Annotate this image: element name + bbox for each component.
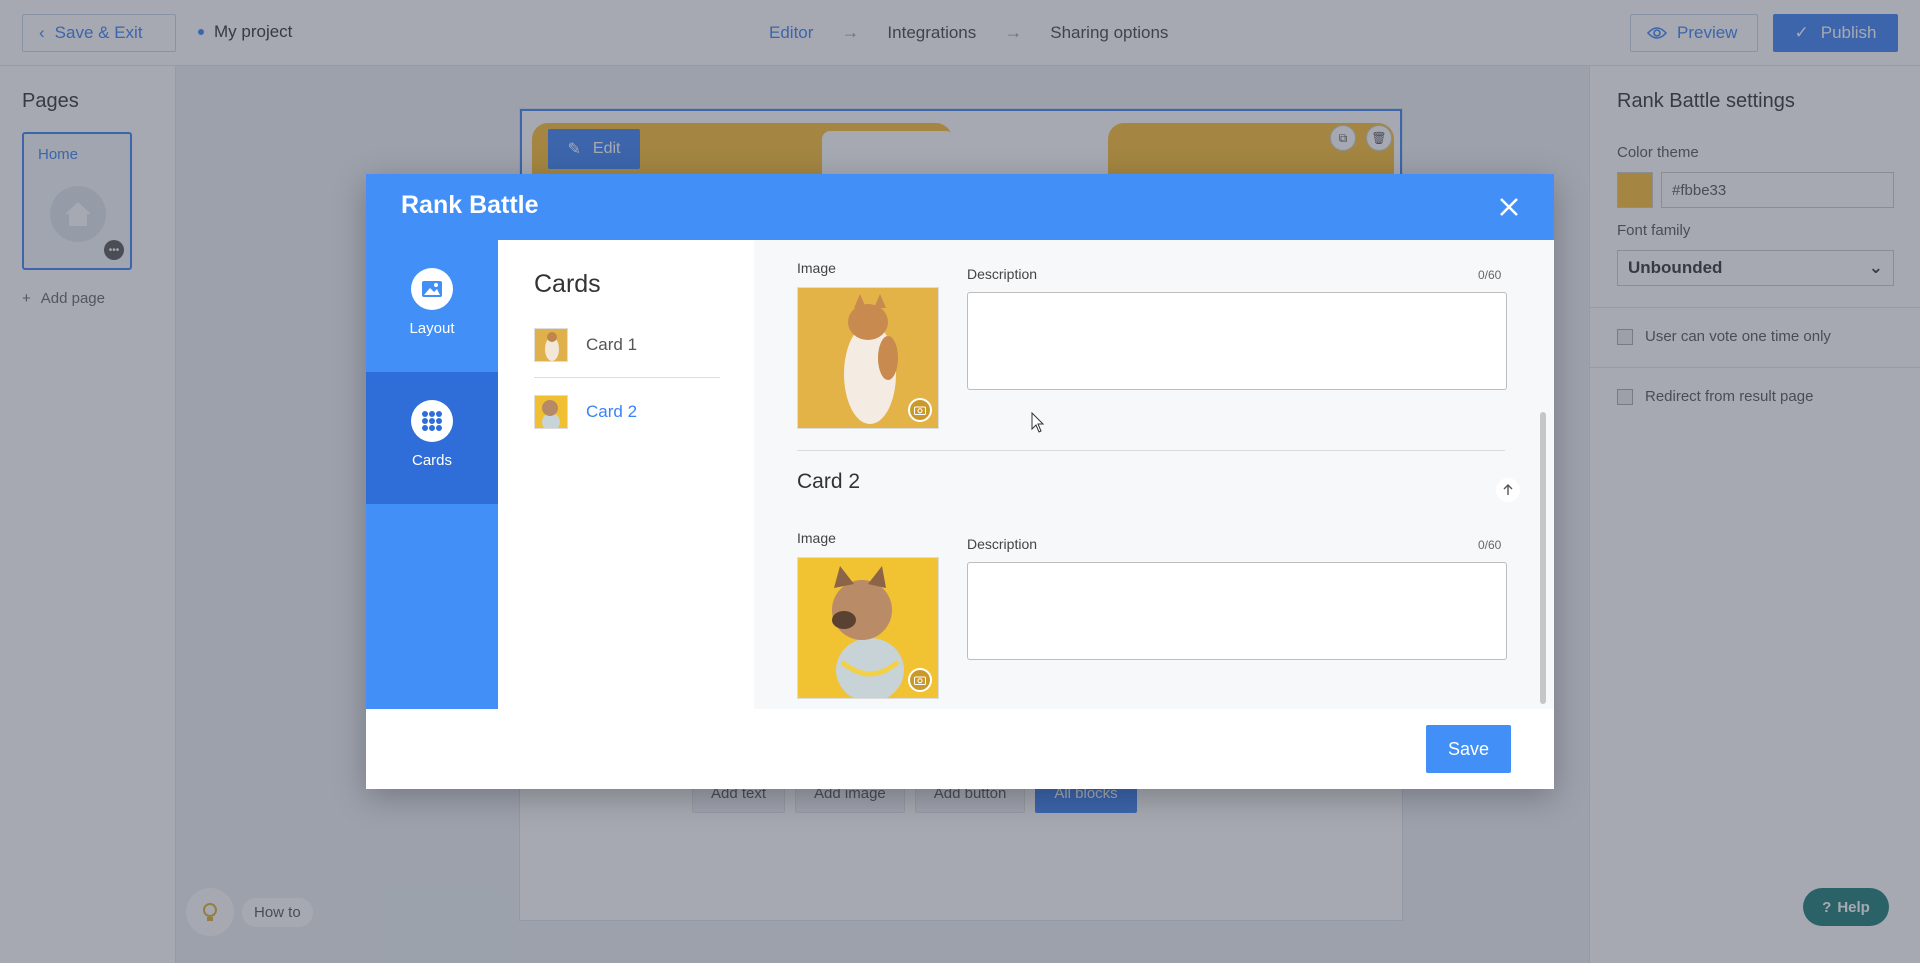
image-icon (411, 268, 453, 310)
rank-battle-modal: Rank Battle Layout Cards Cards Card 1 Ca… (366, 174, 1554, 789)
card-list-item[interactable]: Card 2 (534, 387, 720, 437)
divider (534, 377, 720, 378)
cards-title: Cards (534, 270, 601, 298)
modal-title: Rank Battle (401, 191, 539, 219)
card-thumbnail (534, 328, 568, 362)
character-counter: 0/60 (1478, 268, 1502, 282)
card-image[interactable] (797, 557, 939, 699)
modal-header: Rank Battle (366, 174, 1554, 240)
image-label: Image (797, 260, 836, 276)
modal-footer: Save (366, 709, 1554, 789)
description-field[interactable] (967, 292, 1507, 390)
arrow-up-icon[interactable] (1496, 478, 1520, 502)
card-list-item[interactable]: Card 1 (534, 320, 720, 370)
description-label: Description (967, 266, 1038, 282)
card-2-label: Card 2 (586, 402, 638, 421)
close-icon[interactable] (1494, 192, 1524, 222)
grid-icon (411, 400, 453, 442)
cards-list: Cards Card 1 Card 2 (498, 240, 754, 709)
description-field[interactable] (967, 562, 1507, 660)
card-image[interactable] (797, 287, 939, 429)
mouse-cursor-icon (1031, 412, 1045, 433)
nav-cards-label: Cards (411, 452, 452, 469)
card-editor: Image Description 0/60 Card 2 Image Desc… (754, 240, 1554, 709)
character-counter: 0/60 (1478, 538, 1502, 552)
scrollbar[interactable] (1540, 412, 1546, 704)
image-label: Image (797, 530, 836, 546)
nav-layout-label: Layout (409, 320, 455, 337)
modal-sidebar: Layout Cards (366, 240, 498, 709)
nav-layout[interactable]: Layout (366, 240, 498, 372)
card-1-label: Card 1 (586, 335, 638, 354)
card-title: Card 2 (797, 470, 861, 493)
divider (797, 450, 1505, 451)
camera-icon[interactable] (908, 668, 932, 692)
nav-cards[interactable]: Cards (366, 372, 498, 504)
save-button[interactable]: Save (1426, 725, 1511, 773)
camera-icon[interactable] (908, 398, 932, 422)
card-thumbnail (534, 395, 568, 429)
description-label: Description (967, 536, 1038, 552)
